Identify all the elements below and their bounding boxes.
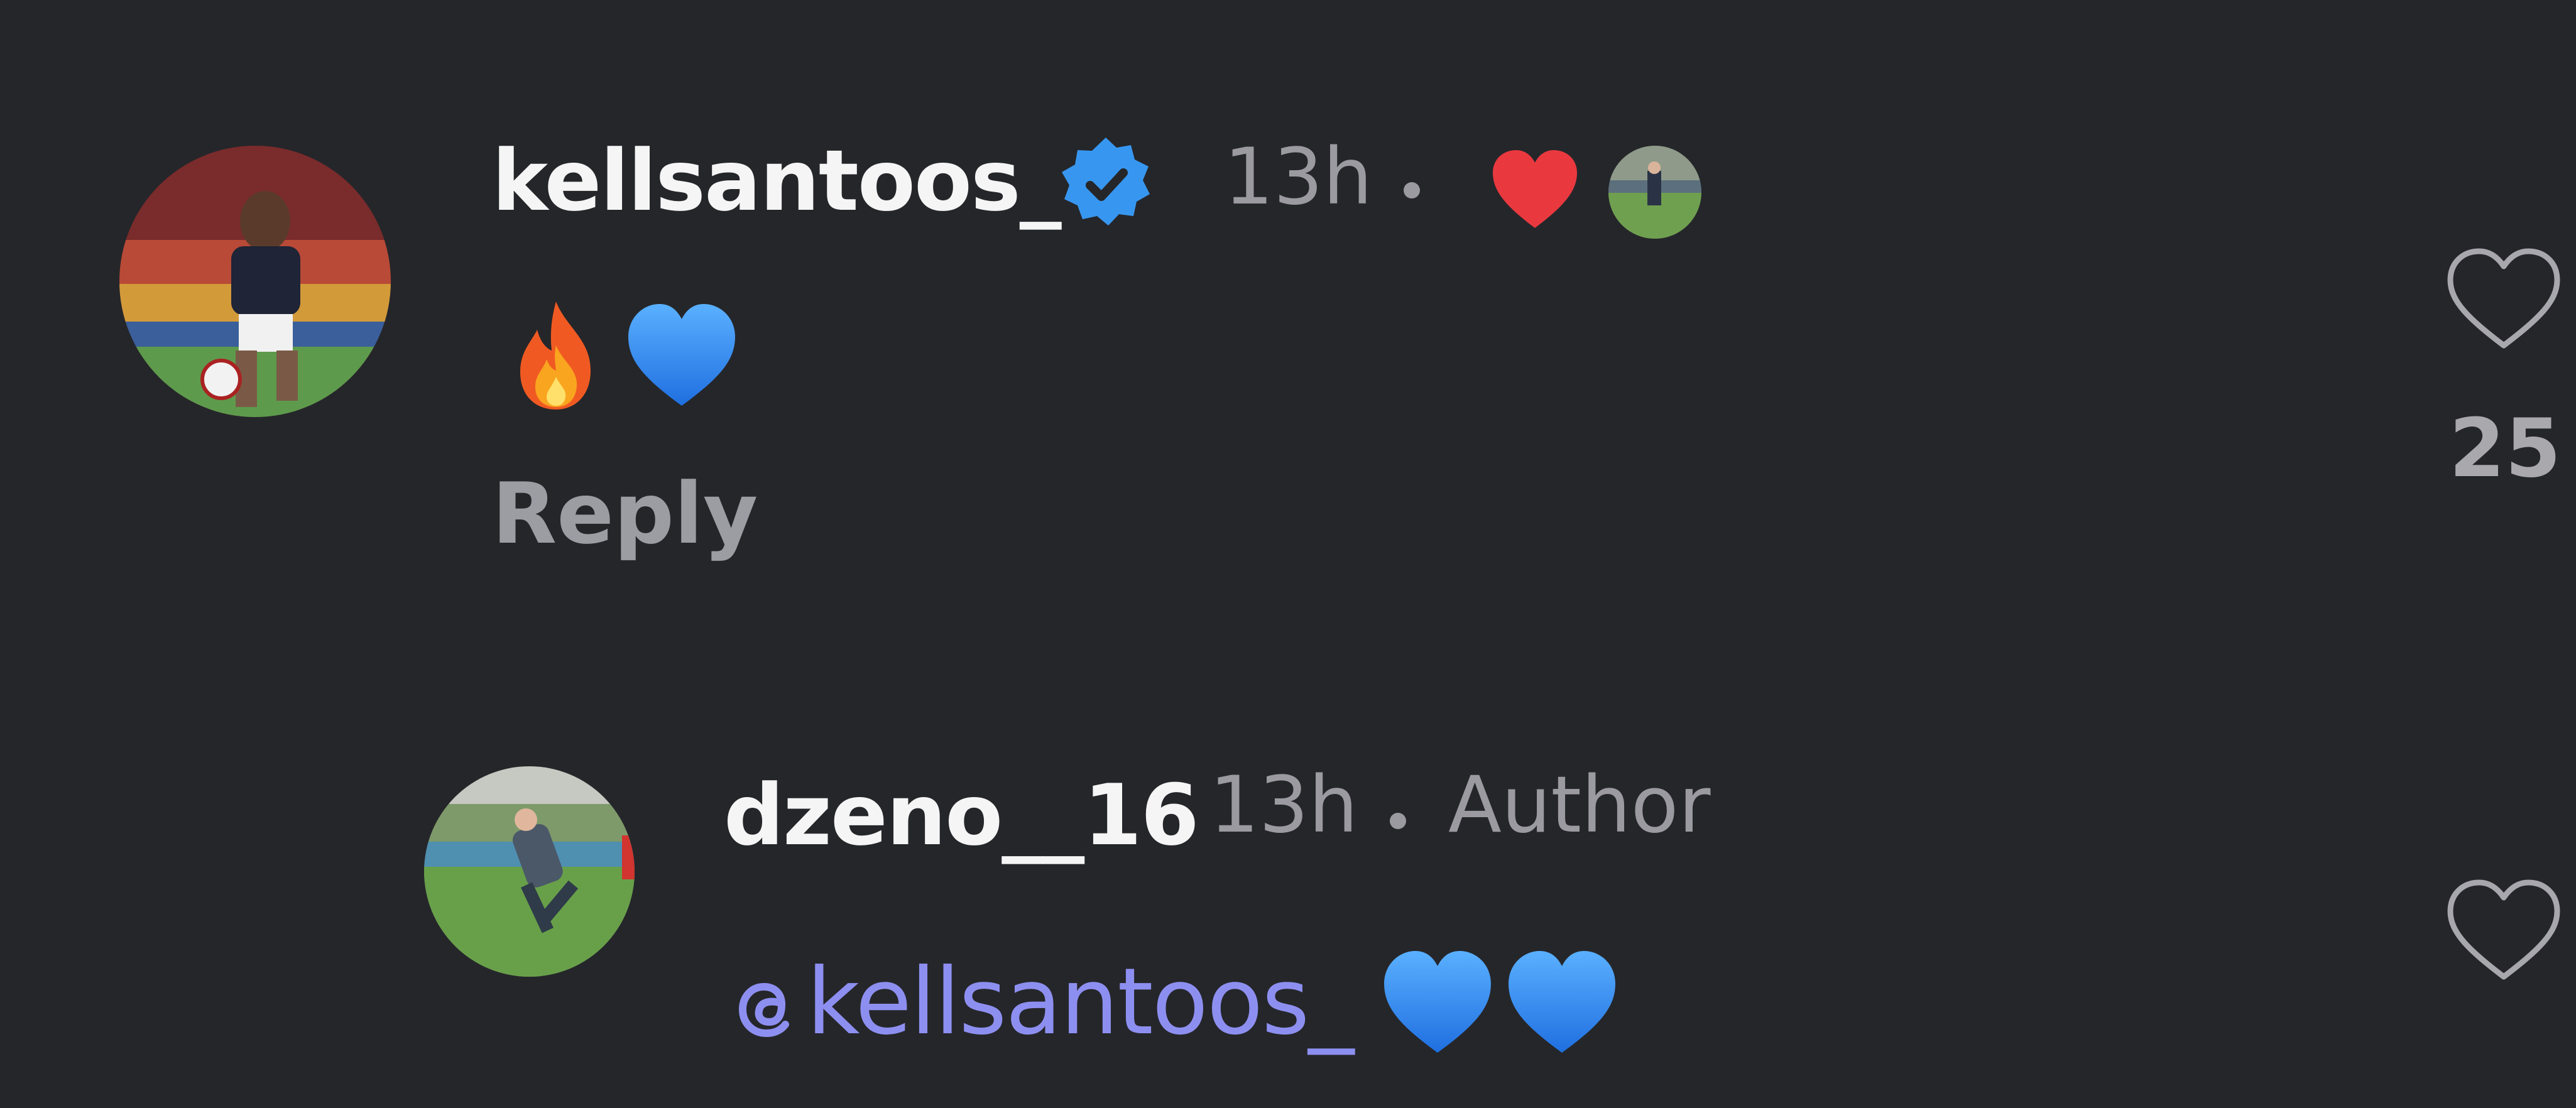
- timestamp: 13h: [1209, 760, 1358, 850]
- separator-dot: [1404, 182, 1420, 198]
- comment-body: [496, 295, 741, 415]
- like-count: 25: [2449, 402, 2562, 496]
- separator-dot: [1390, 813, 1406, 829]
- liker-avatar: [1608, 146, 1701, 239]
- verified-badge-icon: [1056, 134, 1156, 234]
- comment-body: kellsantoos_: [724, 942, 1622, 1062]
- blue-heart-emoji-icon: [628, 304, 735, 406]
- fire-emoji-icon: [520, 301, 591, 410]
- comment-item: kellsantoos_ 13h Reply 25: [0, 0, 2576, 666]
- reply-comment-item: dzeno__16 13h Author kellsantoos_: [0, 666, 2576, 1108]
- timestamp: 13h: [1224, 132, 1373, 222]
- blue-heart-emoji-icon: [1384, 951, 1492, 1053]
- username[interactable]: dzeno__16: [724, 766, 1199, 864]
- blue-heart-emoji-icon: [1509, 951, 1616, 1053]
- author-badge: Author: [1448, 760, 1711, 850]
- avatar[interactable]: [119, 146, 391, 417]
- threads-at-icon: [738, 982, 789, 1037]
- author-liked-heart-icon: [1490, 148, 1580, 231]
- like-heart-icon[interactable]: [2444, 876, 2563, 983]
- emoji-group: [1378, 942, 1622, 1062]
- username[interactable]: kellsantoos_: [492, 132, 1062, 230]
- avatar[interactable]: [424, 766, 635, 977]
- mention-link[interactable]: kellsantoos_: [724, 948, 1354, 1055]
- comment-thread: kellsantoos_ 13h Reply 25 dzeno__16 13h …: [0, 0, 2576, 1108]
- like-heart-icon[interactable]: [2444, 245, 2563, 352]
- reply-button[interactable]: Reply: [492, 465, 758, 563]
- mention-username: kellsantoos_: [807, 948, 1354, 1055]
